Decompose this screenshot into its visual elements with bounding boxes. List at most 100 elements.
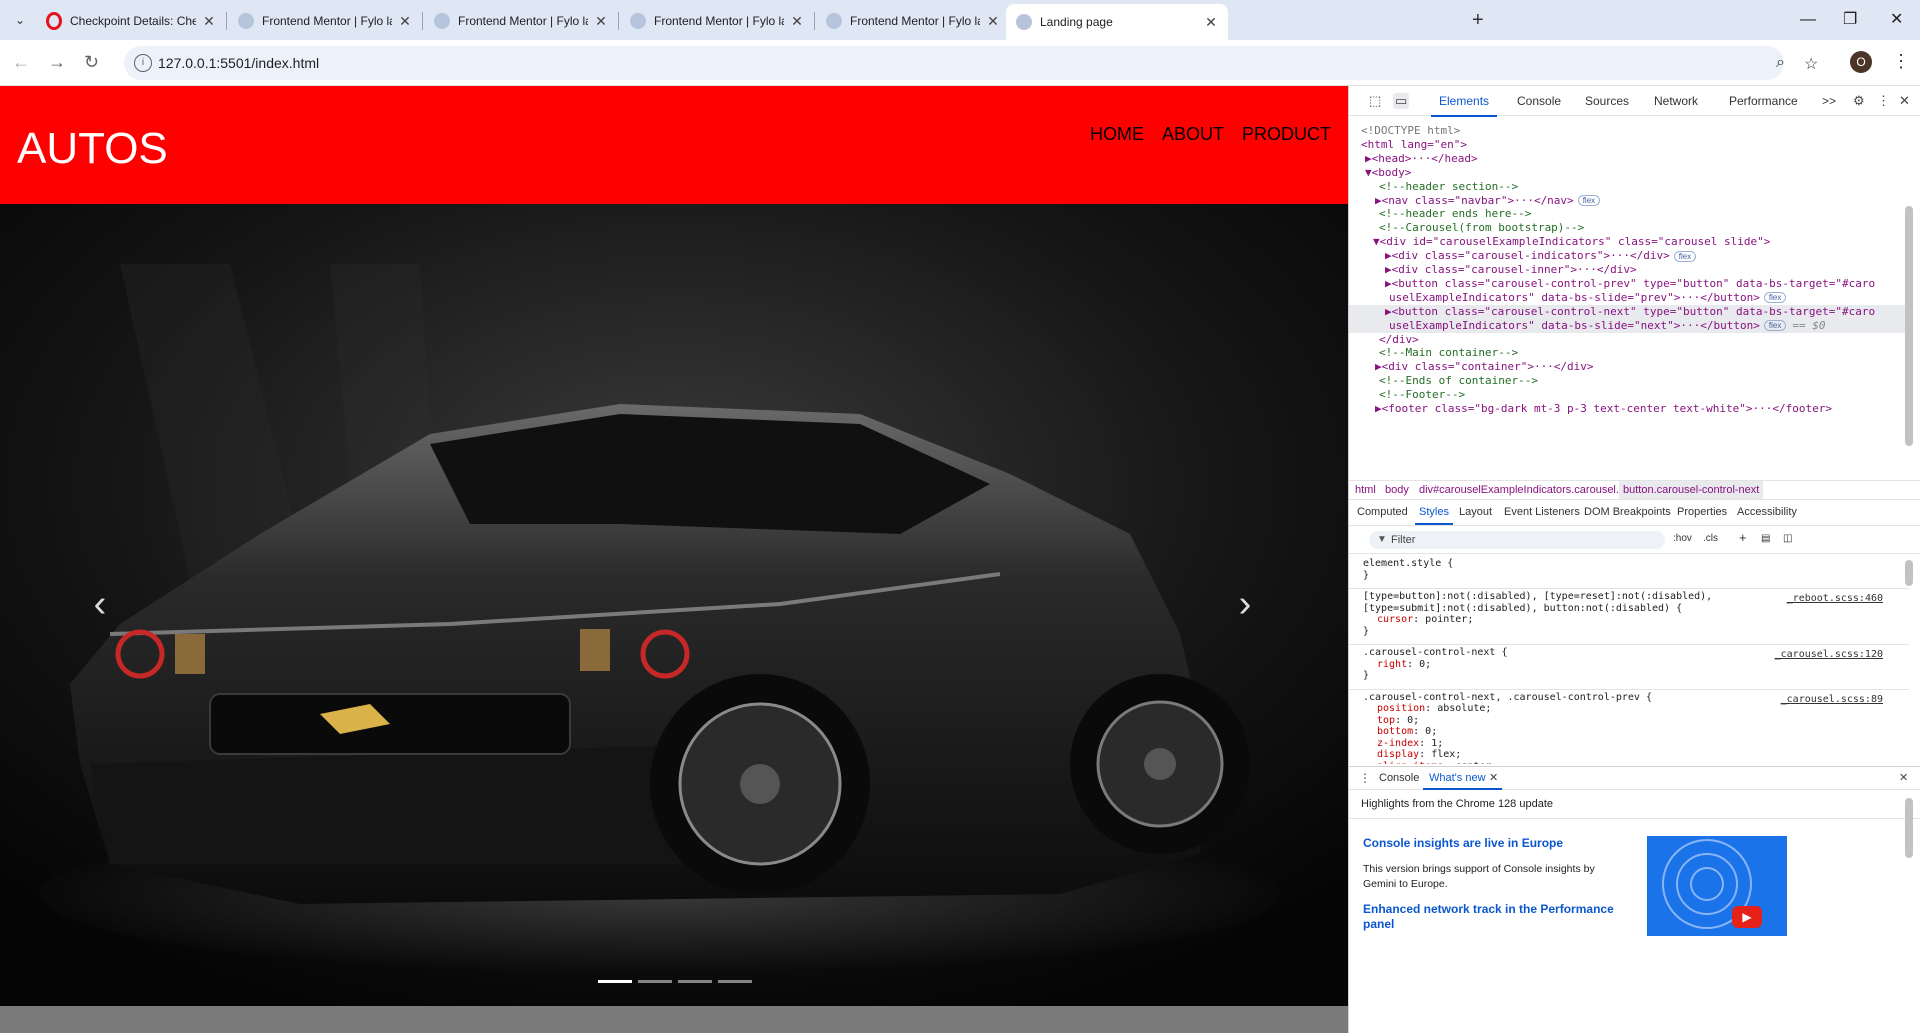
drawer-menu-icon[interactable]: ⋮ xyxy=(1359,771,1371,785)
css-property[interactable]: top: 0; xyxy=(1363,715,1903,727)
close-whats-new-icon[interactable]: ✕ xyxy=(1489,771,1498,784)
close-icon[interactable]: ✕ xyxy=(1204,14,1218,31)
new-tab-button[interactable]: + xyxy=(1472,8,1484,32)
nav-about-link[interactable]: ABOUT xyxy=(1162,124,1224,145)
zoom-icon[interactable]: ⌕ xyxy=(1776,54,1785,72)
subtab-styles[interactable]: Styles xyxy=(1415,506,1453,525)
dom-node-line[interactable]: <!DOCTYPE html> xyxy=(1349,124,1909,138)
css-property[interactable]: z-index: 1; xyxy=(1363,738,1903,750)
dom-node-line[interactable]: ▶<div class="container">···</div> xyxy=(1349,360,1909,374)
elements-scrollbar[interactable] xyxy=(1905,206,1913,446)
rule-selector[interactable]: element.style { xyxy=(1363,558,1903,570)
subtab-dom-breakpoints[interactable]: DOM Breakpoints xyxy=(1584,506,1671,518)
reload-button[interactable]: ↻ xyxy=(84,50,99,74)
browser-tab[interactable]: Frontend Mentor | Fylo landing ✕ xyxy=(228,6,422,36)
carousel-indicator[interactable] xyxy=(718,980,752,983)
close-icon[interactable]: ✕ xyxy=(790,13,804,30)
subtab-accessibility[interactable]: Accessibility xyxy=(1737,506,1797,518)
css-property[interactable]: cursor: pointer; xyxy=(1363,614,1903,626)
flex-badge[interactable]: flex xyxy=(1673,250,1697,262)
browser-tab[interactable]: Checkpoint Details: Checkpoint ✕ xyxy=(36,6,226,36)
breadcrumb-item[interactable]: div#carouselExampleIndicators.carousel.s… xyxy=(1419,484,1642,496)
dom-comment-line[interactable]: <!--Footer--> xyxy=(1349,388,1909,402)
address-bar[interactable]: i 127.0.0.1:5501/index.html ⌕ ☆ xyxy=(124,46,1818,80)
close-icon[interactable]: ✕ xyxy=(986,13,1000,30)
dom-node-line[interactable]: <html lang="en"> xyxy=(1349,138,1909,152)
flex-badge[interactable]: flex xyxy=(1577,195,1601,206)
tab-search-button[interactable]: ⌄ xyxy=(8,8,32,32)
carousel-indicator[interactable] xyxy=(638,980,672,983)
new-style-rule-icon[interactable]: + xyxy=(1739,530,1747,545)
browser-tab[interactable]: Frontend Mentor | Fylo landing ✕ xyxy=(620,6,814,36)
subtab-event-listeners[interactable]: Event Listeners xyxy=(1504,506,1580,518)
rule-source-link[interactable]: _carousel.scss:120 xyxy=(1775,649,1883,661)
flex-badge[interactable]: flex xyxy=(1763,292,1787,304)
dom-comment-line[interactable]: <!--Ends of container--> xyxy=(1349,374,1909,388)
breadcrumb-item[interactable]: html xyxy=(1355,484,1376,496)
carousel-prev-button[interactable]: ‹ xyxy=(80,574,120,634)
dom-node-line[interactable]: ▶<nav class="navbar">···</nav> flex xyxy=(1349,194,1909,208)
whats-new-video-thumbnail[interactable]: ▶ xyxy=(1647,836,1787,936)
forward-button[interactable]: → xyxy=(48,50,66,74)
computed-styles-toggle-icon[interactable]: ▤ xyxy=(1761,533,1770,544)
browser-tab-active[interactable]: Landing page ✕ xyxy=(1006,4,1228,40)
dom-node-line[interactable]: ▼<body> xyxy=(1349,166,1909,180)
drawer-close-icon[interactable]: ✕ xyxy=(1899,771,1908,784)
url-text[interactable]: 127.0.0.1:5501/index.html xyxy=(158,55,319,71)
subtab-computed[interactable]: Computed xyxy=(1357,506,1408,518)
inspect-element-icon[interactable]: ⬚ xyxy=(1369,93,1381,109)
whats-new-item-title[interactable]: Console insights are live in Europe xyxy=(1363,836,1623,850)
dom-comment-line[interactable]: <!--Carousel(from bootstrap)--> xyxy=(1349,221,1909,235)
browser-tab[interactable]: Frontend Mentor | Fylo landing ✕ xyxy=(816,6,1010,36)
breadcrumb-item-selected[interactable]: button.carousel-control-next xyxy=(1619,481,1764,499)
devtools-menu-icon[interactable]: ⋮ xyxy=(1877,93,1890,109)
styles-scrollbar[interactable] xyxy=(1905,560,1913,586)
dom-comment-line[interactable]: <!--header section--> xyxy=(1349,180,1909,194)
tab-performance[interactable]: Performance xyxy=(1729,94,1798,108)
whats-new-scrollbar[interactable] xyxy=(1905,798,1913,858)
tab-elements[interactable]: Elements xyxy=(1430,94,1498,117)
carousel-next-button[interactable]: › xyxy=(1225,574,1265,634)
brand-logo[interactable]: AUTOS xyxy=(17,124,168,174)
css-property[interactable]: bottom: 0; xyxy=(1363,726,1903,738)
device-toolbar-icon[interactable]: ▭ xyxy=(1393,93,1410,109)
tab-console[interactable]: Console xyxy=(1517,94,1561,108)
tab-network[interactable]: Network xyxy=(1654,94,1698,108)
dom-node-line[interactable]: ▶<footer class="bg-dark mt-3 p-3 text-ce… xyxy=(1349,402,1909,416)
breadcrumb-item[interactable]: body xyxy=(1385,484,1409,496)
rule-source-link[interactable]: _reboot.scss:460 xyxy=(1787,593,1883,605)
hov-toggle[interactable]: :hov xyxy=(1673,533,1692,544)
site-info-icon[interactable]: i xyxy=(134,54,152,72)
carousel-indicator[interactable] xyxy=(678,980,712,983)
subtab-layout[interactable]: Layout xyxy=(1459,506,1492,518)
styles-filter-input[interactable]: ▼ Filter xyxy=(1369,531,1665,549)
restore-button[interactable]: ❐ xyxy=(1843,8,1857,32)
carousel-indicator[interactable] xyxy=(598,980,632,983)
bookmark-star-icon[interactable]: ☆ xyxy=(1804,54,1818,74)
drawer-tab-whats-new[interactable]: What's new xyxy=(1423,772,1501,790)
dom-node-line[interactable]: uselExampleIndicators" data-bs-slide="pr… xyxy=(1349,291,1909,305)
more-tabs-button[interactable]: >> xyxy=(1822,94,1836,108)
dom-node-line[interactable]: </div> xyxy=(1349,333,1909,347)
close-icon[interactable]: ✕ xyxy=(594,13,608,30)
dom-node-line[interactable]: ▶<head>···</head> xyxy=(1349,152,1909,166)
dom-comment-line[interactable]: <!--Main container--> xyxy=(1349,346,1909,360)
back-button[interactable]: ← xyxy=(12,50,30,74)
css-property[interactable]: align-items: center; xyxy=(1363,761,1903,765)
profile-avatar[interactable]: O xyxy=(1850,51,1872,73)
youtube-play-icon[interactable]: ▶ xyxy=(1732,906,1762,928)
dom-node-line[interactable]: ▶<button class="carousel-control-prev" t… xyxy=(1349,277,1909,291)
dom-node-line[interactable]: ▼<div id="carouselExampleIndicators" cla… xyxy=(1349,235,1909,249)
close-icon[interactable]: ✕ xyxy=(202,13,216,30)
rule-source-link[interactable]: _carousel.scss:89 xyxy=(1781,694,1883,706)
drawer-tab-console[interactable]: Console xyxy=(1379,772,1419,784)
cls-toggle[interactable]: .cls xyxy=(1703,533,1718,544)
dom-node-line[interactable]: uselExampleIndicators" data-bs-slide="ne… xyxy=(1349,318,1909,333)
browser-tab[interactable]: Frontend Mentor | Fylo landing ✕ xyxy=(424,6,618,36)
window-close-button[interactable]: ✕ xyxy=(1890,8,1903,32)
css-property[interactable]: display: flex; xyxy=(1363,749,1903,761)
flex-badge[interactable]: flex xyxy=(1763,320,1787,332)
nav-product-link[interactable]: PRODUCT xyxy=(1242,124,1331,145)
settings-gear-icon[interactable]: ⚙ xyxy=(1853,93,1865,109)
devtools-close-icon[interactable]: ✕ xyxy=(1899,93,1910,109)
